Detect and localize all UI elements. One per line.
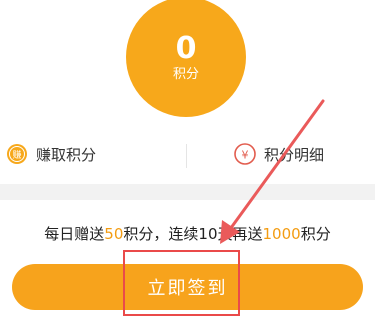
divider <box>186 144 187 168</box>
points-detail-label: 积分明细 <box>264 145 325 164</box>
checkin-rule-text: 每日赠送50积分，连续10天再送1000积分 <box>0 223 375 244</box>
earn-points-link[interactable]: 赚 赚取积分 <box>6 143 96 165</box>
notice-mid: 积分，连续 <box>123 225 199 243</box>
coin-icon-glyph: 赚 <box>12 149 21 161</box>
notice-prefix: 每日赠送 <box>44 225 105 243</box>
section-separator <box>0 184 375 200</box>
coin-icon: 赚 <box>7 144 27 164</box>
yen-icon-glyph: ¥ <box>242 149 249 162</box>
daily-points-value: 50 <box>104 225 124 243</box>
notice-mid2: 天再送 <box>217 225 263 243</box>
bonus-points-value: 1000 <box>262 225 301 243</box>
annotation-highlight-box <box>123 250 240 316</box>
streak-days-value: 10 <box>198 225 218 243</box>
yen-coin-icon: ¥ <box>234 143 256 165</box>
earn-points-label: 赚取积分 <box>36 145 97 164</box>
points-circle: 0 积分 <box>126 0 246 117</box>
points-unit-label: 积分 <box>172 67 199 82</box>
notice-suffix: 积分 <box>300 225 331 243</box>
points-detail-link[interactable]: ¥ 积分明细 <box>234 143 324 165</box>
points-value: 0 <box>175 31 197 66</box>
actions-row: 赚 赚取积分 ¥ 积分明细 <box>0 128 375 184</box>
